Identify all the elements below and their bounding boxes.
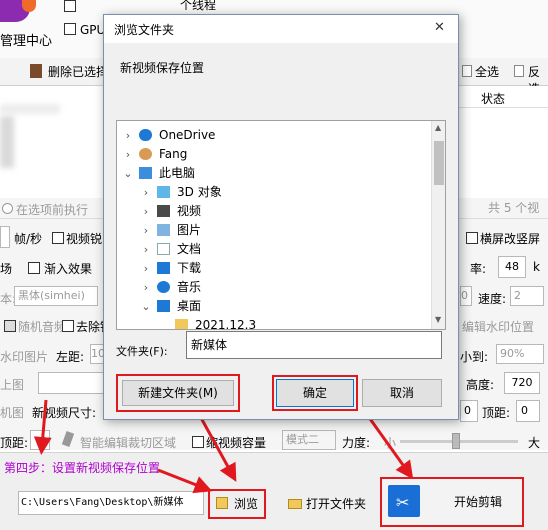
arrow-to-start [366, 415, 414, 480]
cube-icon [157, 186, 170, 198]
tree-item-4[interactable]: › 视频 [117, 202, 429, 221]
tree-item-0[interactable]: › OneDrive [117, 126, 429, 145]
browse-folder-dialog: 浏览文件夹 ✕ 新视频保存位置 › OneDrive › Fang ⌄ 此电脑 › 3D 对象… [103, 14, 459, 420]
close-icon[interactable]: ✕ [434, 20, 445, 35]
scroll-thumb[interactable] [434, 141, 444, 185]
tree-item-6[interactable]: › 文档 [117, 240, 429, 259]
tree-item-3[interactable]: › 3D 对象 [117, 183, 429, 202]
chevron-right-icon[interactable]: › [141, 221, 151, 240]
tree-item-label: OneDrive [159, 128, 216, 142]
folder-tree[interactable]: › OneDrive › Fang ⌄ 此电脑 › 3D 对象 › 视频 › 图片 › 文档 › 下载 › 音乐 ⌄… [116, 120, 446, 330]
music-icon [157, 281, 170, 293]
document-icon [157, 243, 170, 255]
cancel-button[interactable]: 取消 [362, 379, 442, 407]
tree-item-5[interactable]: › 图片 [117, 221, 429, 240]
chevron-down-icon[interactable]: ⌄ [123, 164, 133, 183]
tree-item-label: 桌面 [177, 299, 202, 313]
cloud-icon [139, 129, 152, 141]
desktop-icon [157, 300, 170, 312]
tree-item-label: 下载 [177, 261, 202, 275]
folder-name-input[interactable]: 新媒体 [186, 331, 442, 359]
tree-item-label: 视频 [177, 204, 202, 218]
chevron-right-icon[interactable]: › [123, 145, 133, 164]
tree-item-label: 此电脑 [159, 166, 196, 180]
ok-button[interactable]: 确定 [276, 379, 354, 407]
tree-item-label: 3D 对象 [177, 185, 222, 199]
new-folder-button[interactable]: 新建文件夹(M) [122, 380, 234, 406]
arrow-browse-to-dialog [198, 415, 237, 482]
video-icon [157, 205, 170, 217]
tree-item-10[interactable]: 2021.12.3 [117, 316, 429, 330]
tree-item-8[interactable]: › 音乐 [117, 278, 429, 297]
chevron-right-icon[interactable]: › [141, 259, 151, 278]
tree-scrollbar[interactable]: ▲ ▼ [431, 121, 445, 329]
user-icon [139, 148, 152, 160]
chevron-right-icon[interactable]: › [141, 278, 151, 297]
chevron-right-icon[interactable]: › [141, 202, 151, 221]
chevron-right-icon[interactable]: › [141, 183, 151, 202]
tree-item-9[interactable]: ⌄ 桌面 [117, 297, 429, 316]
dialog-description: 新视频保存位置 [120, 61, 205, 75]
arrow-to-browse [157, 468, 213, 494]
tree-item-7[interactable]: › 下载 [117, 259, 429, 278]
dialog-titlebar: 浏览文件夹 ✕ [104, 15, 458, 43]
picture-icon [157, 224, 170, 236]
chevron-right-icon[interactable]: › [141, 240, 151, 259]
tree-item-label: 图片 [177, 223, 202, 237]
dialog-title: 浏览文件夹 [114, 23, 175, 37]
tree-item-label: 音乐 [177, 280, 202, 294]
tree-item-label: 2021.12.3 [195, 318, 257, 330]
arrow-to-step [33, 399, 52, 455]
computer-icon [139, 167, 152, 179]
chevron-right-icon[interactable]: › [123, 126, 133, 145]
tree-item-label: Fang [159, 147, 188, 161]
scroll-down-icon[interactable]: ▼ [435, 315, 441, 324]
folder-icon [175, 319, 188, 329]
scroll-up-icon[interactable]: ▲ [435, 123, 441, 132]
chevron-down-icon[interactable]: ⌄ [141, 297, 151, 316]
folder-field-label: 文件夹(F): [116, 345, 168, 358]
tree-item-label: 文档 [177, 242, 202, 256]
tree-item-1[interactable]: › Fang [117, 145, 429, 164]
tree-item-2[interactable]: ⌄ 此电脑 [117, 164, 429, 183]
download-icon [157, 262, 170, 274]
